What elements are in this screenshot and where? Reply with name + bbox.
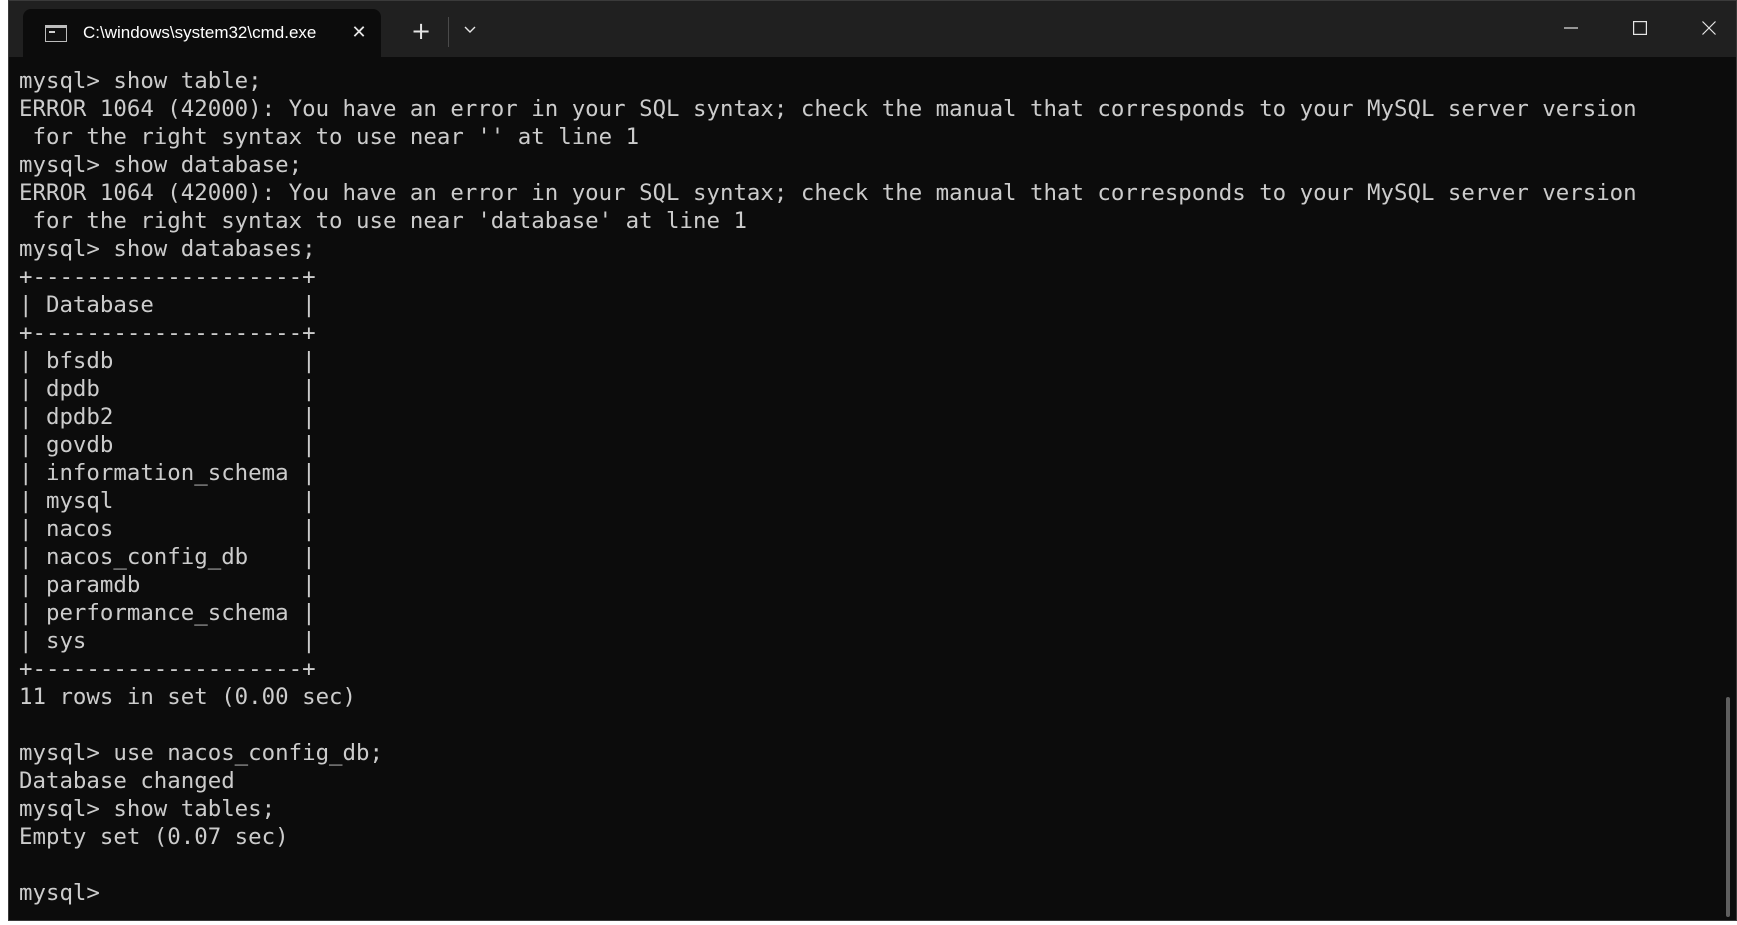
minimize-button[interactable] <box>1537 1 1605 53</box>
terminal-line: +--------------------+ <box>19 320 316 346</box>
maximize-button[interactable] <box>1606 1 1674 53</box>
terminal-line: +--------------------+ <box>19 264 316 290</box>
terminal-line: +--------------------+ <box>19 656 316 682</box>
terminal-line: for the right syntax to use near '' at l… <box>19 124 640 150</box>
terminal-line: mysql> show databases; <box>19 236 316 262</box>
terminal-line: mysql> show table; <box>19 68 262 94</box>
title-bar[interactable]: C:\windows\system32\cmd.exe ✕ + <box>9 1 1736 57</box>
terminal-line: ERROR 1064 (42000): You have an error in… <box>19 96 1637 122</box>
terminal-window: C:\windows\system32\cmd.exe ✕ + mysql> s… <box>8 0 1737 921</box>
terminal-line: | nacos_config_db | <box>19 544 316 570</box>
maximize-icon <box>1633 21 1647 35</box>
window-close-button[interactable] <box>1675 1 1736 53</box>
terminal-line: mysql> <box>19 880 114 906</box>
plus-icon: + <box>410 17 432 45</box>
tab-title: C:\windows\system32\cmd.exe <box>83 23 317 42</box>
tab-cmd[interactable]: C:\windows\system32\cmd.exe ✕ <box>23 9 381 57</box>
new-tab-button[interactable]: + <box>405 15 437 47</box>
minimize-icon <box>1564 27 1578 29</box>
terminal-line: Database changed <box>19 768 235 794</box>
terminal-line: | nacos | <box>19 516 316 542</box>
terminal-line: | information_schema | <box>19 460 316 486</box>
terminal-line: mysql> show database; <box>19 152 303 178</box>
terminal-line: | sys | <box>19 628 316 654</box>
terminal-line: | mysql | <box>19 488 316 514</box>
scrollbar-thumb[interactable] <box>1726 697 1730 917</box>
terminal-line: for the right syntax to use near 'databa… <box>19 208 747 234</box>
cmd-terminal-icon <box>45 25 67 42</box>
tab-dropdown-button[interactable] <box>456 17 484 47</box>
terminal-line: Empty set (0.07 sec) <box>19 824 289 850</box>
terminal-line: | dpdb2 | <box>19 404 316 430</box>
terminal-line: mysql> show tables; <box>19 796 276 822</box>
terminal-line: | bfsdb | <box>19 348 316 374</box>
terminal-line: | paramdb | <box>19 572 316 598</box>
terminal-line: | dpdb | <box>19 376 316 402</box>
terminal-output[interactable]: mysql> show table; ERROR 1064 (42000): Yo… <box>19 67 1719 917</box>
terminal-line: | govdb | <box>19 432 316 458</box>
terminal-line: | Database | <box>19 292 316 318</box>
terminal-line: ERROR 1064 (42000): You have an error in… <box>19 180 1637 206</box>
terminal-line: mysql> use nacos_config_db; <box>19 740 383 766</box>
terminal-line: | performance_schema | <box>19 600 316 626</box>
chevron-down-icon <box>464 26 476 33</box>
close-icon <box>1702 21 1716 35</box>
close-icon[interactable]: ✕ <box>347 21 371 45</box>
terminal-line: 11 rows in set (0.00 sec) <box>19 684 357 710</box>
tab-separator <box>448 17 449 47</box>
